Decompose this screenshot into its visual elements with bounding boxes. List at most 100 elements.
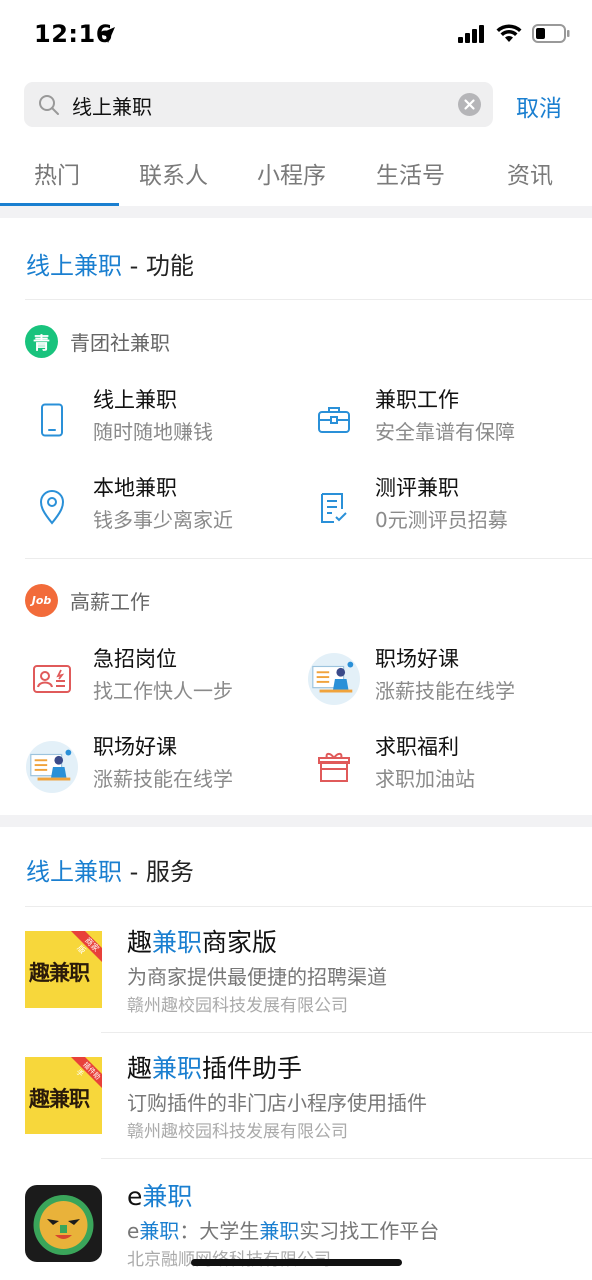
section-divider <box>0 206 592 218</box>
search-query: 线上兼职 <box>72 95 152 119</box>
lecture-icon <box>308 653 360 705</box>
feature-local-parttime[interactable]: 本地兼职 钱多事少离家近 <box>26 472 296 542</box>
desc-highlight: 兼职 <box>139 1219 180 1243</box>
clear-icon[interactable] <box>458 93 481 116</box>
location-arrow-icon <box>99 27 115 43</box>
feature-subtitle: 随时随地赚钱 <box>93 420 213 444</box>
group-name: 青团社兼职 <box>70 331 170 355</box>
desc-part: e <box>127 1219 140 1243</box>
feature-title: 兼职工作 <box>375 388 459 412</box>
search-input[interactable]: 线上兼职 <box>24 82 493 127</box>
desc-part: 实习找工作平台 <box>299 1219 440 1243</box>
qujianzhi-logo: 商家版 趣兼职 <box>25 931 102 1008</box>
feature-title: 本地兼职 <box>93 476 177 500</box>
divider <box>25 906 592 907</box>
group-header-high-salary[interactable]: Job 高薪工作 <box>25 584 150 617</box>
briefcase-icon <box>308 394 360 446</box>
group-name: 高薪工作 <box>70 590 150 614</box>
feature-career-courses[interactable]: 职场好课 涨薪技能在线学 <box>308 643 578 713</box>
status-icons <box>458 24 570 43</box>
title-part: 商家版 <box>202 928 278 957</box>
service-company: 赣州趣校园科技发展有限公司 <box>127 996 348 1016</box>
service-description: e兼职：大学生兼职实习找工作平台 <box>127 1215 439 1244</box>
services-section-title: 线上兼职 - 服务 <box>26 852 194 887</box>
lecture-icon <box>26 741 78 793</box>
title-part: 插件助手 <box>202 1054 303 1083</box>
feature-subtitle: 钱多事少离家近 <box>93 508 233 532</box>
home-indicator[interactable] <box>191 1259 402 1266</box>
tab-hot[interactable]: 热门 <box>34 156 80 190</box>
service-description: 订购插件的非门店小程序使用插件 <box>127 1091 427 1115</box>
logo-text: 趣兼职 <box>29 1087 90 1111</box>
location-pin-icon <box>26 482 78 534</box>
feature-title: 测评兼职 <box>375 476 459 500</box>
desc-highlight: 兼职 <box>259 1219 300 1243</box>
section-divider <box>0 815 592 827</box>
search-tabs: 热门 联系人 小程序 生活号 资讯 <box>0 146 592 206</box>
qujianzhi-logo: 插件助手 趣兼职 <box>25 1057 102 1134</box>
feature-title: 急招岗位 <box>93 647 177 671</box>
service-title: 趣兼职插件助手 <box>127 1049 302 1085</box>
checklist-icon <box>308 482 360 534</box>
title-highlight: 兼职 <box>142 1182 193 1211</box>
ejianzhi-logo <box>25 1185 102 1262</box>
status-bar: 12:16 <box>0 0 592 72</box>
feature-parttime-work[interactable]: 兼职工作 安全靠谱有保障 <box>308 384 578 454</box>
services-section-suffix: - 服务 <box>122 858 194 886</box>
feature-career-courses-2[interactable]: 职场好课 涨薪技能在线学 <box>26 731 296 801</box>
functions-section-suffix: - 功能 <box>122 252 194 280</box>
title-part: e <box>127 1182 143 1211</box>
title-highlight: 兼职 <box>152 928 203 957</box>
service-item-qujianzhi-plugin[interactable]: 插件助手 趣兼职 趣兼职 插件助手 订购插件的非门店小程序使用插件 赣州趣校园科技… <box>0 1054 592 1183</box>
functions-section-title: 线上兼职 - 功能 <box>26 246 194 281</box>
functions-section-keyword: 线上兼职 <box>26 252 122 280</box>
feature-subtitle: 安全靠谱有保障 <box>375 420 515 444</box>
lion-mascot-icon <box>33 1195 94 1255</box>
signal-icon <box>458 24 484 43</box>
tab-mini-programs[interactable]: 小程序 <box>257 156 326 190</box>
feature-subtitle: 求职加油站 <box>375 767 475 791</box>
group-header-qingtuanshe[interactable]: 青 青团社兼职 <box>25 325 170 358</box>
divider <box>25 299 592 300</box>
service-description: 为商家提供最便捷的招聘渠道 <box>127 965 387 989</box>
id-card-icon <box>26 653 78 705</box>
divider <box>101 1032 592 1033</box>
feature-subtitle: 涨薪技能在线学 <box>375 679 515 703</box>
feature-job-benefits[interactable]: 求职福利 求职加油站 <box>308 731 578 801</box>
divider <box>25 558 592 559</box>
feature-title: 职场好课 <box>93 735 177 759</box>
service-title: 趣兼职商家版 <box>127 923 277 959</box>
desc-part: ：大学生 <box>179 1219 260 1243</box>
feature-title: 职场好课 <box>375 647 459 671</box>
title-part: 趣 <box>127 928 153 957</box>
tab-contacts[interactable]: 联系人 <box>139 156 208 190</box>
title-highlight: 兼职 <box>152 1054 203 1083</box>
logo-text: 趣兼职 <box>29 961 90 985</box>
service-company: 赣州趣校园科技发展有限公司 <box>127 1122 348 1142</box>
feature-review-parttime[interactable]: 测评兼职 0元测评员招募 <box>308 472 578 542</box>
service-company: 北京融顺网络科技有限公司 <box>127 1245 331 1270</box>
qingtuanshe-logo-char: 青 <box>33 334 50 354</box>
job-logo: Job <box>25 584 58 617</box>
service-item-qujianzhi-merchant[interactable]: 商家版 趣兼职 趣兼职商家版 为商家提供最便捷的招聘渠道 赣州趣校园科技发展有限… <box>0 928 592 1057</box>
feature-title: 求职福利 <box>375 735 459 759</box>
services-section-keyword: 线上兼职 <box>26 858 122 886</box>
feature-title: 线上兼职 <box>93 388 177 412</box>
battery-icon <box>532 24 570 43</box>
wifi-icon <box>496 24 522 42</box>
search-icon <box>39 95 59 115</box>
divider <box>101 1158 592 1159</box>
feature-subtitle: 涨薪技能在线学 <box>93 767 233 791</box>
cancel-button[interactable]: 取消 <box>516 89 562 123</box>
feature-urgent-jobs[interactable]: 急招岗位 找工作快人一步 <box>26 643 296 713</box>
feature-subtitle: 0元测评员招募 <box>375 508 508 532</box>
phone-icon <box>26 394 78 446</box>
job-logo-text: Job <box>31 594 52 607</box>
qingtuanshe-logo: 青 <box>25 325 58 358</box>
feature-subtitle: 找工作快人一步 <box>93 679 233 703</box>
feature-online-parttime[interactable]: 线上兼职 随时随地赚钱 <box>26 384 296 454</box>
tab-news[interactable]: 资讯 <box>507 156 553 190</box>
service-title: e兼职 <box>127 1177 192 1213</box>
tab-life-accounts[interactable]: 生活号 <box>376 156 445 190</box>
gift-icon <box>308 741 360 793</box>
